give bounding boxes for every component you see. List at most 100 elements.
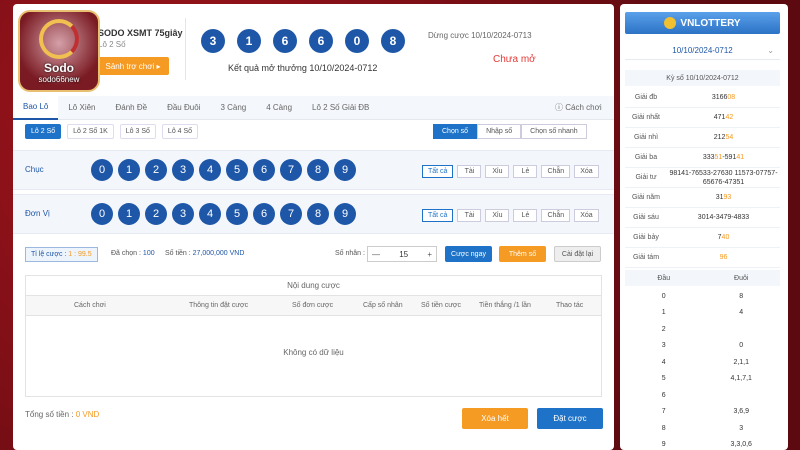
filter-button[interactable]: Chẵn xyxy=(541,165,571,178)
minus-icon[interactable]: — xyxy=(372,250,380,259)
reset-button[interactable]: Cài đặt lại xyxy=(554,246,601,262)
number-ball[interactable]: 0 xyxy=(91,159,113,181)
mode-tab[interactable]: Chọn số xyxy=(433,124,478,139)
how-to-play-link[interactable]: ⓘ Cách chơi xyxy=(555,102,602,113)
number-ball[interactable]: 9 xyxy=(334,159,356,181)
number-ball[interactable]: 5 xyxy=(226,203,248,225)
duoi-cell: 4,1,7,1 xyxy=(730,375,752,383)
table-header-cell: Cách chơi xyxy=(74,302,106,309)
table-header: Cách chơi Thông tin đặt cược Số đơn cược Cấ… xyxy=(26,296,601,316)
filter-button[interactable]: Xỉu xyxy=(485,209,510,222)
prize-row: Giải nhất 47142 xyxy=(625,108,780,128)
prize-name: Giải tư xyxy=(635,174,657,181)
result-ball: 6 xyxy=(309,29,333,53)
duoi-cell: 3,6,9 xyxy=(733,408,750,416)
number-ball[interactable]: 4 xyxy=(199,203,221,225)
filter-button[interactable]: Tất cả xyxy=(422,209,454,222)
table-header-cell: Tiền thắng /1 lần xyxy=(479,302,531,309)
plus-icon[interactable]: + xyxy=(427,250,432,259)
table-header-cell: Số đơn cược xyxy=(292,302,334,309)
number-picker: 0123456789 xyxy=(91,203,356,225)
tab-item[interactable]: Lô 2 Số Giải ĐB xyxy=(302,96,379,120)
table-header-cell: Thông tin đặt cược xyxy=(189,302,249,309)
prize-tail: 08 xyxy=(727,94,736,101)
prize-tail: 96 xyxy=(719,254,728,261)
multiplier-value[interactable]: 15 xyxy=(399,250,408,259)
prize-name: Giải ba xyxy=(634,154,658,161)
row-label: Chục xyxy=(25,165,44,174)
dau-duoi-row: 6 xyxy=(625,387,780,404)
table-title: Nội dung cược xyxy=(26,276,601,296)
number-ball[interactable]: 0 xyxy=(91,203,113,225)
brand-logo[interactable]: Sodo sodo66new xyxy=(18,10,100,92)
clear-all-button[interactable]: Xóa hết xyxy=(462,408,528,429)
add-number-button[interactable]: Thêm số xyxy=(499,246,546,262)
filter-button[interactable]: Xỉu xyxy=(485,165,510,178)
tab-item[interactable]: 3 Càng xyxy=(210,96,256,120)
filter-button[interactable]: Chẵn xyxy=(541,209,571,222)
number-picker: 0123456789 xyxy=(91,159,356,181)
logo-text: Sodo xyxy=(44,60,74,75)
duoi-cell: 3,3,0,6 xyxy=(730,441,752,449)
number-ball[interactable]: 3 xyxy=(172,203,194,225)
odds-label: Tỉ lệ cược : xyxy=(31,251,69,258)
place-bet-button[interactable]: Đặt cược xyxy=(537,408,603,429)
number-ball[interactable]: 6 xyxy=(253,159,275,181)
mode-tab[interactable]: Chọn số nhanh xyxy=(521,124,587,139)
tab-item[interactable]: Đánh Đề xyxy=(106,96,158,120)
number-ball[interactable]: 8 xyxy=(307,159,329,181)
number-ball[interactable]: 1 xyxy=(118,203,140,225)
prize-value: 3014-3479-4833 xyxy=(667,213,780,222)
tab-item[interactable]: Lô Xiên xyxy=(58,96,105,120)
game-tabs: Bao Lô Lô Xiên Đánh Đề Đầu Đuôi 3 Càng 4 Càng… xyxy=(13,95,614,120)
subtab-item[interactable]: Lô 4 Số xyxy=(161,124,199,139)
number-ball[interactable]: 7 xyxy=(280,159,302,181)
number-ball[interactable]: 9 xyxy=(334,203,356,225)
prize-head-2: -591 xyxy=(722,154,737,161)
filter-button[interactable]: Tài xyxy=(457,209,482,222)
filter-button[interactable]: Xóa xyxy=(574,165,599,178)
subtab-item[interactable]: Lô 2 Số 1K xyxy=(67,124,114,139)
number-ball[interactable]: 3 xyxy=(172,159,194,181)
quick-bet-button[interactable]: Cược ngay xyxy=(445,246,492,262)
number-ball[interactable]: 8 xyxy=(307,203,329,225)
subtab-item[interactable]: Lô 3 Số xyxy=(119,124,156,139)
filter-button[interactable]: Tất cả xyxy=(422,165,454,178)
vnlottery-logo: VNLOTTERY xyxy=(625,12,780,34)
duoi-header: Đuôi xyxy=(734,274,749,282)
prize-head: 3166 xyxy=(711,94,728,101)
total-amount: Tổng số tiền : 0 VND xyxy=(25,410,99,419)
filter-button[interactable]: Lẻ xyxy=(513,165,538,178)
draw-id: Kỳ số 10/10/2024-0712 xyxy=(625,70,780,86)
number-ball[interactable]: 2 xyxy=(145,159,167,181)
filter-button[interactable]: Tài xyxy=(457,165,482,178)
number-ball[interactable]: 7 xyxy=(280,203,302,225)
number-ball[interactable]: 2 xyxy=(145,203,167,225)
number-ball[interactable]: 1 xyxy=(118,159,140,181)
duoi-cell: 8 xyxy=(739,292,744,300)
tab-item[interactable]: 4 Càng xyxy=(256,96,302,120)
number-ball[interactable]: 5 xyxy=(226,159,248,181)
filter-button[interactable]: Lẻ xyxy=(513,209,538,222)
prize-head: 31 xyxy=(715,194,724,201)
dau-duoi-row: 30 xyxy=(625,338,780,355)
number-ball[interactable]: 4 xyxy=(199,159,221,181)
dau-duoi-row: 08 xyxy=(625,288,780,305)
prize-row: Giải tư 98141-76533-27630 11573-07757-656… xyxy=(625,168,780,188)
period-select[interactable]: 10/10/2024-0712 ⌄ xyxy=(625,42,780,60)
logo-ring-icon xyxy=(39,18,79,59)
number-ball[interactable]: 6 xyxy=(253,203,275,225)
help-button[interactable]: Sảnh trợ chơi ▸ xyxy=(97,57,169,75)
vnlottery-label: VNLOTTERY xyxy=(680,17,741,29)
dau-header: Đầu xyxy=(657,274,671,282)
prize-value: 98141-76533-27630 11573-07757-65676-4735… xyxy=(667,169,780,187)
odds-ratio: Tỉ lệ cược : 1 : 99.5 xyxy=(25,247,98,262)
mode-tab[interactable]: Nhập số xyxy=(477,124,522,139)
tab-item[interactable]: Đầu Đuôi xyxy=(157,96,210,120)
chosen-count: Đã chọn : 100 xyxy=(111,250,155,257)
multiplier-stepper[interactable]: — 15 + xyxy=(367,246,437,262)
subtab-item[interactable]: Lô 2 Số xyxy=(25,124,62,139)
filter-button[interactable]: Xóa xyxy=(574,209,599,222)
duoi-cell: 0 xyxy=(739,342,744,350)
tab-item[interactable]: Bao Lô xyxy=(13,95,59,120)
